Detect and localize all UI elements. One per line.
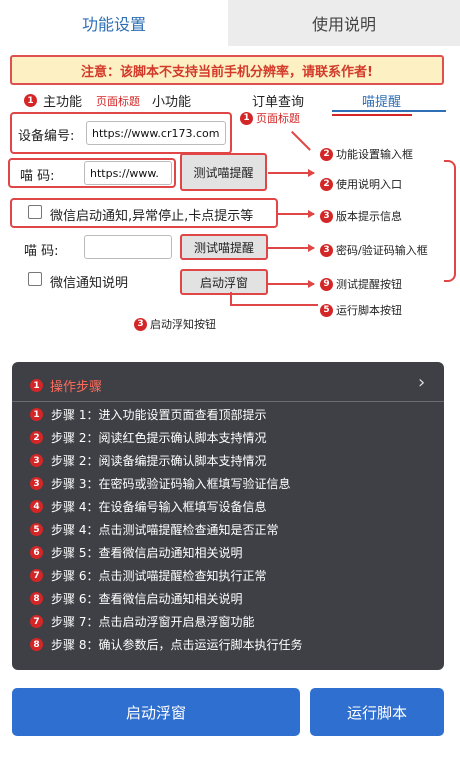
test-meow-button[interactable]: 测试喵提醒 (180, 153, 267, 191)
tab-function-settings[interactable]: 功能设置 (0, 0, 228, 46)
annotation-text: 功能设置输入框 (336, 148, 413, 161)
annotation-badge: 2 (320, 177, 333, 191)
annotation-run-button: 5 运行脚本按钮 (320, 302, 402, 318)
meow-label: 喵 码: (20, 169, 55, 184)
step-text: 步骤 3：在密码或验证码输入框填写验证信息 (51, 477, 291, 491)
annotation-text: 密码/验证码输入框 (336, 244, 428, 257)
step-badge: 2 (30, 431, 43, 444)
annotation-bracket (444, 160, 456, 282)
annotation-badge: 3 (320, 209, 333, 223)
annotation-text: 使用说明入口 (336, 178, 402, 191)
step-item: 6 步骤 5：查看微信启动通知相关说明 (30, 544, 242, 561)
step-badge: 8 (30, 592, 43, 605)
tab-usage-instructions[interactable]: 使用说明 (228, 0, 460, 46)
annotation-badge: 1 (240, 111, 253, 125)
annotation-badge: 5 (320, 303, 333, 317)
start-float-small-button[interactable]: 启动浮窗 (180, 269, 268, 295)
step-item: 2 步骤 2：阅读红色提示确认脚本支持情况 (30, 429, 266, 446)
step-text: 步骤 5：查看微信启动通知相关说明 (51, 546, 243, 560)
annotation-version-info: 3 版本提示信息 (320, 208, 402, 224)
step-item: 8 步骤 6：查看微信启动通知相关说明 (30, 590, 242, 607)
annotation-line (230, 292, 232, 304)
step-text: 步骤 6：查看微信启动通知相关说明 (51, 592, 243, 606)
subtab-small[interactable]: 小功能 (152, 91, 191, 110)
annotation-text: 测试提醒按钮 (336, 278, 402, 291)
device-input[interactable]: https://www.cr173.com (86, 121, 226, 145)
step-badge: 1 (24, 94, 37, 107)
annotation-line (230, 304, 318, 306)
subtab-order-query[interactable]: 订单查询 (252, 91, 304, 110)
wechat-notify-label: 微信启动通知,异常停止,卡点提示等 (50, 209, 254, 224)
device-label: 设备编号: (18, 129, 75, 144)
step-text: 步骤 1：进入功能设置页面查看顶部提示 (51, 408, 267, 422)
annotation-arrow (268, 169, 315, 176)
step-text: 步骤 6：点击测试喵提醒检查知执行正常 (51, 569, 267, 583)
annotation-text: 版本提示信息 (336, 210, 402, 223)
step-item: 3 步骤 2：阅读备编提示确认脚本支持情况 (30, 452, 266, 469)
annotation-arrow (268, 244, 315, 251)
step-item: 1 步骤 1：进入功能设置页面查看顶部提示 (30, 406, 266, 423)
annotation-text: 运行脚本按钮 (336, 304, 402, 317)
meow2-input[interactable] (84, 235, 172, 259)
step-badge: 3 (30, 454, 43, 467)
step-badge: 7 (30, 569, 43, 582)
step-badge: 7 (30, 615, 43, 628)
annotation-badge: 3 (320, 243, 333, 257)
subtab-meow[interactable]: 喵提醒 (362, 91, 401, 110)
annotation-text: 页面标题 (256, 112, 300, 125)
step-badge: 3 (30, 477, 43, 490)
meow-input[interactable]: https://www. (84, 161, 172, 185)
annotation-badge: 2 (320, 147, 333, 161)
test-meow-button-2[interactable]: 测试喵提醒 (180, 234, 268, 260)
annotation-arrow (268, 280, 315, 287)
annotation-usage-entry: 2 使用说明入口 (320, 176, 402, 192)
page-title-tag: 页面标题 (96, 95, 140, 108)
step-item: 7 步骤 7：点击启动浮窗开启悬浮窗功能 (30, 613, 254, 630)
annotation-test-button: 9 测试提醒按钮 (320, 276, 402, 292)
step-badge: 1 (30, 408, 43, 421)
page-title-annotation: 1 页面标题 (240, 110, 300, 126)
step-badge: 4 (30, 500, 43, 513)
start-float-button[interactable]: 启动浮窗 (12, 688, 300, 736)
step-badge: 5 (30, 523, 43, 536)
step-badge: 8 (30, 638, 43, 651)
step-text: 步骤 4：点击测试喵提醒检查通知是否正常 (51, 523, 279, 537)
steps-title-text: 操作步骤 (50, 380, 103, 395)
steps-title: 1 操作步骤 (30, 376, 102, 395)
step-badge: 6 (30, 546, 43, 559)
step-item: 7 步骤 6：点击测试喵提醒检查知执行正常 (30, 567, 266, 584)
wechat-notify-checkbox[interactable] (28, 205, 42, 219)
chevron-right-icon[interactable]: › (418, 372, 425, 393)
step-badge: 1 (30, 379, 43, 392)
step-item: 8 步骤 8：确认参数后，点击运运行脚本执行任务 (30, 636, 302, 653)
wechat-desc-checkbox[interactable] (28, 272, 42, 286)
step-item: 3 步骤 3：在密码或验证码输入框填写验证信息 (30, 475, 290, 492)
annotation-float-button: 3 启动浮知按钮 (134, 316, 216, 332)
resolution-warning: 注意：该脚本不支持当前手机分辨率，请联系作者! (10, 55, 444, 85)
wechat-desc-label: 微信通知说明 (50, 276, 129, 291)
subtab-main[interactable]: 1 主功能 (24, 91, 82, 110)
annotation-password-input: 3 密码/验证码输入框 (320, 242, 428, 258)
step-text: 步骤 2：阅读备编提示确认脚本支持情况 (51, 454, 267, 468)
annotation-badge: 9 (320, 277, 333, 291)
annotation-line (291, 131, 311, 151)
subtab-active-indicator (332, 110, 446, 112)
step-text: 步骤 7：点击启动浮窗开启悬浮窗功能 (51, 615, 255, 629)
subtab-red-underline (332, 114, 412, 116)
step-item: 5 步骤 4：点击测试喵提醒检查通知是否正常 (30, 521, 278, 538)
annotation-function-input: 2 功能设置输入框 (320, 146, 413, 162)
step-text: 步骤 8：确认参数后，点击运运行脚本执行任务 (51, 638, 303, 652)
step-text: 步骤 2：阅读红色提示确认脚本支持情况 (51, 431, 267, 445)
subtab-main-label: 主功能 (43, 95, 83, 110)
run-script-button[interactable]: 运行脚本 (310, 688, 444, 736)
step-text: 步骤 4：在设备编号输入框填写设备信息 (51, 500, 267, 514)
annotation-text: 启动浮知按钮 (150, 318, 216, 331)
step-item: 4 步骤 4：在设备编号输入框填写设备信息 (30, 498, 266, 515)
meow2-label: 喵 码: (24, 244, 59, 259)
annotation-arrow (278, 210, 315, 217)
annotation-badge: 3 (134, 317, 147, 331)
